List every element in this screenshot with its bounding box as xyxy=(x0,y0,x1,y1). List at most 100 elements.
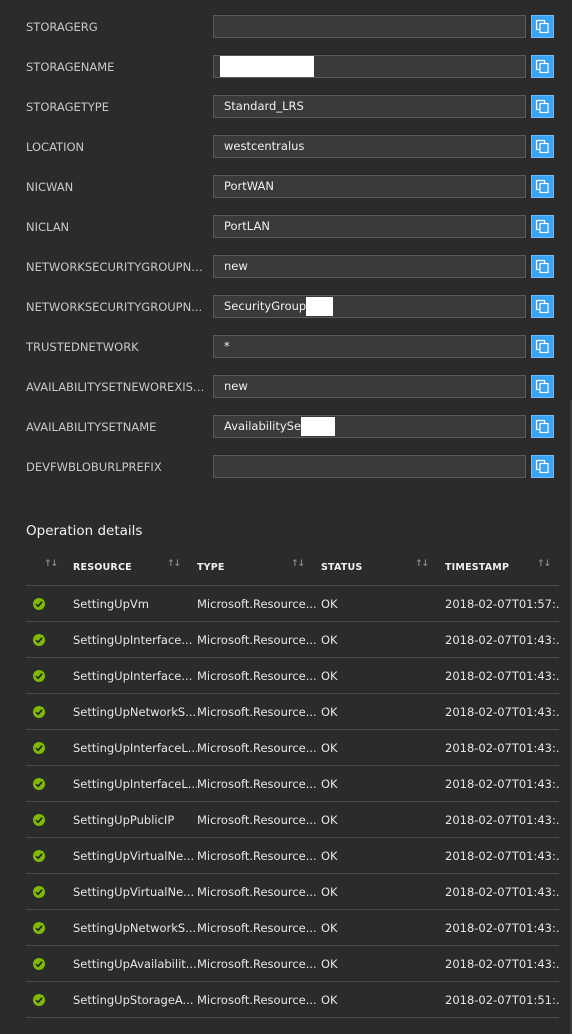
resource-cell[interactable]: SettingUpStorageA... xyxy=(73,982,197,1018)
success-check-icon xyxy=(33,670,45,682)
copy-button[interactable] xyxy=(531,215,554,238)
param-value-field[interactable]: AvailabilitySe xyxy=(213,415,526,438)
resource-cell[interactable]: SettingUpInterfaceL... xyxy=(73,730,197,766)
copy-icon xyxy=(535,339,550,354)
param-row-storagename: STORAGENAME xyxy=(0,47,572,87)
table-row[interactable]: SettingUpNetworkS... Microsoft.Resource..… xyxy=(26,910,559,946)
column-label: RESOURCE xyxy=(73,562,132,573)
param-value-field[interactable] xyxy=(213,15,526,38)
column-header-status[interactable]: STATUS ↑↓ xyxy=(321,550,445,586)
table-header: ↑↓ RESOURCE ↑↓ TYPE ↑↓ STATUS ↑↓ TIMESTAMP ↑… xyxy=(26,550,559,586)
param-row-location: LOCATION westcentralus xyxy=(0,127,572,167)
resource-cell[interactable]: SettingUpAvailabilit... xyxy=(73,946,197,982)
copy-button[interactable] xyxy=(531,455,554,478)
success-check-icon xyxy=(33,814,45,826)
status-cell xyxy=(26,766,66,802)
status-cell xyxy=(26,910,66,946)
table-row[interactable]: SettingUpInterfaceL... Microsoft.Resource… xyxy=(26,730,559,766)
column-label: TYPE xyxy=(197,562,225,573)
sort-icon[interactable]: ↑↓ xyxy=(537,559,551,569)
sort-icon[interactable]: ↑↓ xyxy=(167,559,181,569)
table-row[interactable]: SettingUpAvailabilit... Microsoft.Resourc… xyxy=(26,946,559,982)
param-value-field[interactable]: westcentralus xyxy=(213,135,526,158)
success-check-icon xyxy=(33,778,45,790)
copy-button[interactable] xyxy=(531,175,554,198)
resource-cell[interactable]: SettingUpInterfaceL... xyxy=(73,766,197,802)
column-label: STATUS xyxy=(321,562,363,573)
resource-cell[interactable]: SettingUpVm xyxy=(73,586,197,622)
operation-details-table: ↑↓ RESOURCE ↑↓ TYPE ↑↓ STATUS ↑↓ TIMESTAMP ↑… xyxy=(26,550,559,1018)
sort-icon[interactable]: ↑↓ xyxy=(44,559,58,569)
copy-button[interactable] xyxy=(531,375,554,398)
copy-button[interactable] xyxy=(531,135,554,158)
copy-button[interactable] xyxy=(531,295,554,318)
param-value-field[interactable]: new xyxy=(213,255,526,278)
table-row[interactable]: SettingUpNetworkS... Microsoft.Resource..… xyxy=(26,694,559,730)
status-text-cell: OK xyxy=(321,705,338,719)
copy-icon xyxy=(535,219,550,234)
success-check-icon xyxy=(33,958,45,970)
table-row[interactable]: SettingUpStorageA... Microsoft.Resource..… xyxy=(26,982,559,1018)
sort-icon[interactable]: ↑↓ xyxy=(291,559,305,569)
resource-cell[interactable]: SettingUpNetworkS... xyxy=(73,910,197,946)
resource-cell[interactable]: SettingUpNetworkS... xyxy=(73,694,197,730)
timestamp-cell: 2018-02-07T01:57:... xyxy=(445,597,559,611)
param-label: TRUSTEDNETWORK xyxy=(26,340,139,354)
timestamp-cell: 2018-02-07T01:43:... xyxy=(445,633,559,647)
param-value-field[interactable]: SecurityGroup xyxy=(213,295,526,318)
column-header-resource[interactable]: RESOURCE ↑↓ xyxy=(73,550,197,586)
param-row-nicwan: NICWAN PortWAN xyxy=(0,167,572,207)
redacted-value xyxy=(220,56,314,77)
success-check-icon xyxy=(33,706,45,718)
param-value-field[interactable]: * xyxy=(213,335,526,358)
status-cell xyxy=(26,946,66,982)
param-value-field[interactable]: Standard_LRS xyxy=(213,95,526,118)
table-row[interactable]: SettingUpInterface... Microsoft.Resource.… xyxy=(26,658,559,694)
type-cell: Microsoft.Resource... xyxy=(197,993,317,1007)
param-row-availabilitysetname: AVAILABILITYSETNAME AvailabilitySe xyxy=(0,407,572,447)
copy-button[interactable] xyxy=(531,55,554,78)
table-row[interactable]: SettingUpVirtualNe... Microsoft.Resource.… xyxy=(26,838,559,874)
table-row[interactable]: SettingUpInterface... Microsoft.Resource.… xyxy=(26,622,559,658)
param-value-field[interactable]: new xyxy=(213,375,526,398)
copy-button[interactable] xyxy=(531,255,554,278)
param-value-field[interactable] xyxy=(213,455,526,478)
param-row-storagerg: STORAGERG xyxy=(0,7,572,47)
resource-cell[interactable]: SettingUpInterface... xyxy=(73,622,197,658)
type-cell: Microsoft.Resource... xyxy=(197,921,317,935)
copy-button[interactable] xyxy=(531,415,554,438)
param-label: NETWORKSECURITYGROUPN... xyxy=(26,300,203,314)
table-row[interactable]: SettingUpVirtualNe... Microsoft.Resource.… xyxy=(26,874,559,910)
status-text-cell: OK xyxy=(321,921,338,935)
resource-cell[interactable]: SettingUpPublicIP xyxy=(73,802,197,838)
param-value-field[interactable]: PortWAN xyxy=(213,175,526,198)
success-check-icon xyxy=(33,742,45,754)
table-row[interactable]: SettingUpPublicIP Microsoft.Resource... OK… xyxy=(26,802,559,838)
param-value-field[interactable]: PortLAN xyxy=(213,215,526,238)
resource-cell[interactable]: SettingUpVirtualNe... xyxy=(73,874,197,910)
copy-button[interactable] xyxy=(531,15,554,38)
type-cell: Microsoft.Resource... xyxy=(197,849,317,863)
column-header-status-icon[interactable]: ↑↓ xyxy=(26,550,66,586)
timestamp-cell: 2018-02-07T01:43:... xyxy=(445,849,559,863)
copy-button[interactable] xyxy=(531,335,554,358)
timestamp-cell: 2018-02-07T01:43:... xyxy=(445,957,559,971)
resource-cell[interactable]: SettingUpVirtualNe... xyxy=(73,838,197,874)
resource-cell[interactable]: SettingUpInterface... xyxy=(73,658,197,694)
timestamp-cell: 2018-02-07T01:43:... xyxy=(445,741,559,755)
param-value-text: AvailabilitySe xyxy=(224,419,302,433)
copy-button[interactable] xyxy=(531,95,554,118)
copy-icon xyxy=(535,259,550,274)
column-header-type[interactable]: TYPE ↑↓ xyxy=(197,550,321,586)
column-header-timestamp[interactable]: TIMESTAMP ↑↓ xyxy=(445,550,559,586)
table-row[interactable]: SettingUpVm Microsoft.Resource... OK 2018-0… xyxy=(26,586,559,622)
success-check-icon xyxy=(33,994,45,1006)
table-row[interactable]: SettingUpInterfaceL... Microsoft.Resource… xyxy=(26,766,559,802)
type-cell: Microsoft.Resource... xyxy=(197,669,317,683)
timestamp-cell: 2018-02-07T01:43:... xyxy=(445,813,559,827)
sort-icon[interactable]: ↑↓ xyxy=(415,559,429,569)
status-text-cell: OK xyxy=(321,813,338,827)
param-value-field[interactable] xyxy=(213,55,526,78)
status-cell xyxy=(26,802,66,838)
param-row-devfwbloburlprefix: DEVFWBLOBURLPREFIX xyxy=(0,447,572,487)
